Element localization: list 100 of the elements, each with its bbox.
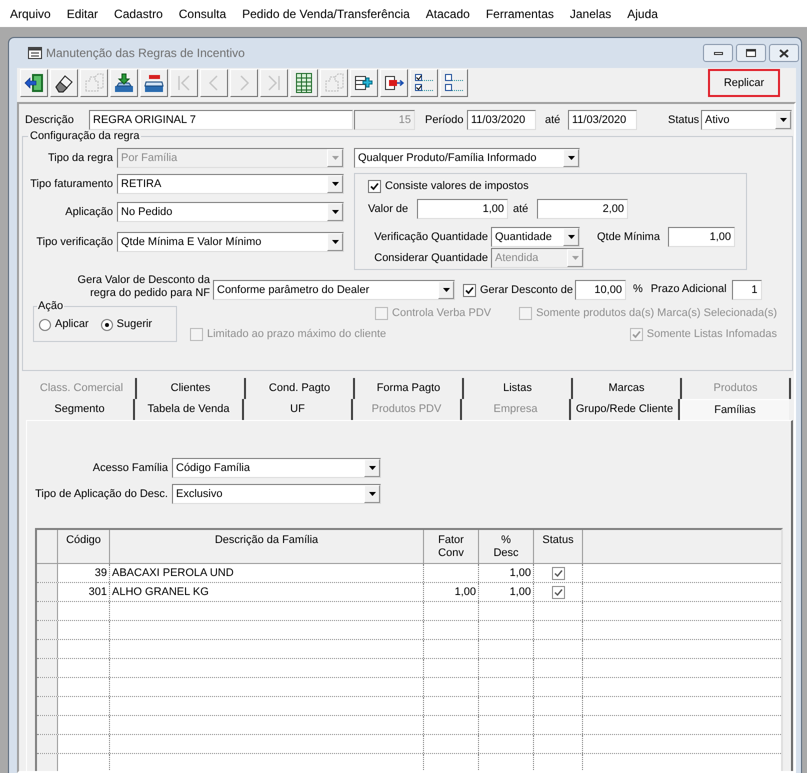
minimize-button[interactable] (703, 44, 733, 62)
tray-minus-icon (144, 73, 164, 93)
tab[interactable]: Famílias (680, 399, 789, 420)
field-label: Acesso Família (92, 462, 168, 474)
row-header (37, 678, 58, 696)
row-header (37, 602, 58, 620)
dropdown[interactable]: Exclusivo (172, 484, 381, 504)
checkbox-label: Somente produtos da(s) Marca(s) Selecionada(s) (536, 306, 777, 320)
dropdown[interactable]: Qtde Mínima E Valor Mínimo (117, 232, 344, 252)
checkbox[interactable] (368, 180, 381, 192)
row-header (37, 640, 58, 658)
menu-item[interactable]: Editar (58, 6, 106, 22)
field-label: Status (668, 114, 700, 126)
checkbox-list-icon (444, 73, 464, 93)
text-field[interactable]: 2,00 (537, 199, 628, 219)
close-icon (779, 48, 789, 58)
field-label: Verificação Quantidade (374, 230, 488, 244)
toolbar-button[interactable] (350, 69, 378, 97)
menu-item[interactable]: Ajuda (619, 6, 666, 22)
text-field[interactable]: 1,00 (668, 227, 735, 247)
tray-download-icon (114, 73, 134, 93)
menu-item[interactable]: Arquivo (2, 6, 59, 22)
table-arrow-icon (384, 73, 404, 93)
close-button[interactable] (769, 44, 799, 62)
text-field[interactable]: 1 (732, 280, 762, 300)
toolbar-button[interactable] (110, 69, 138, 97)
menu-item[interactable]: Pedido de Venda/Transferência (234, 6, 418, 22)
field-label: Prazo Adicional (650, 283, 727, 296)
maximize-icon (746, 49, 756, 57)
unit-label: % (632, 283, 643, 296)
field-label: Valor de (368, 202, 408, 216)
menu-item[interactable]: Cadastro (106, 6, 171, 22)
field-label: Aplicação (65, 206, 113, 218)
field-label: Tipo de Aplicação do Desc. (35, 488, 168, 500)
field-label: Descrição (25, 114, 74, 126)
table-cell: ABACAXI PEROLA UND (112, 566, 234, 580)
toolbar-button[interactable] (290, 69, 318, 97)
text-field[interactable]: REGRA ORIGINAL 7 (89, 110, 353, 130)
group-title: Ação (37, 300, 64, 313)
dropdown[interactable]: Quantidade (491, 227, 580, 247)
window-title: Manutenção das Regras de Incentivo (46, 45, 245, 61)
field-label: Qtde Mínima (597, 230, 660, 244)
toolbar-button[interactable] (20, 69, 48, 97)
field-label: Tipo verificação (36, 236, 113, 248)
table-cell: 1,00 (510, 566, 531, 580)
field-label: Período (425, 114, 464, 126)
table-cell: 1,00 (510, 586, 531, 598)
radio-label: Aplicar (55, 318, 89, 331)
column-header: Descrição da Família (214, 534, 320, 548)
dropdown[interactable]: Código Família (172, 458, 381, 478)
radio-button[interactable] (39, 318, 51, 330)
checkbox-label: Gerar Desconto de (480, 284, 573, 296)
row-header (37, 697, 58, 715)
row-header (37, 659, 58, 677)
field-label: até (513, 202, 528, 216)
dropdown[interactable]: Conforme parâmetro do Dealer (213, 280, 455, 300)
text-field[interactable]: 1,00 (417, 199, 508, 219)
door-arrow-icon (24, 73, 44, 93)
menu-item[interactable]: Consulta (170, 6, 234, 22)
date-field[interactable]: 11/03/2020 (467, 110, 536, 130)
grid-icon (294, 73, 314, 93)
replicar-button[interactable]: Replicar (708, 69, 780, 97)
table-plus-icon (354, 73, 374, 93)
table-cell: ALHO GRANEL KG (112, 586, 209, 598)
status-checkbox[interactable] (552, 586, 564, 598)
checkbox[interactable] (463, 284, 476, 296)
dropdown[interactable]: RETIRA (117, 174, 344, 194)
menu-item[interactable]: Atacado (418, 6, 478, 22)
toolbar-button[interactable] (440, 69, 468, 97)
dropdown[interactable]: No Pedido (117, 202, 344, 222)
checklist-icon (414, 73, 434, 93)
date-field[interactable]: 11/03/2020 (568, 110, 637, 130)
toolbar-button[interactable] (140, 69, 168, 97)
window-icon (28, 47, 42, 59)
status-checkbox[interactable] (552, 566, 564, 580)
field-label: Considerar Quantidade (374, 252, 488, 264)
radio-label: Sugerir (116, 318, 152, 331)
dropdown[interactable]: Qualquer Produto/Família Informado (354, 148, 580, 168)
table-cell: 1,00 (454, 586, 476, 598)
field-label: Gera Valor de Desconto da regra do pedido para NF (76, 274, 210, 300)
table-cell: 39 (94, 566, 107, 580)
field-label: Tipo faturamento (30, 178, 113, 190)
toolbar-button[interactable] (50, 69, 78, 97)
column-header: Código (65, 534, 102, 548)
column-header: Status (541, 534, 575, 548)
toolbar-button[interactable] (380, 69, 408, 97)
toolbar-button[interactable] (410, 69, 438, 97)
column-header: % Desc (492, 534, 520, 561)
maximize-button[interactable] (736, 44, 766, 62)
minimize-icon (714, 52, 722, 54)
dropdown[interactable]: Ativo (701, 110, 792, 130)
menu-item[interactable]: Janelas (562, 6, 620, 22)
pages-icon (84, 73, 104, 93)
radio-button[interactable] (100, 318, 113, 330)
row-header (37, 583, 58, 601)
row-header (37, 735, 58, 753)
eraser-icon (54, 73, 74, 93)
column-header: Fator Conv (437, 534, 465, 561)
menu-item[interactable]: Ferramentas (478, 6, 562, 22)
text-field[interactable]: 10,00 (574, 280, 626, 300)
